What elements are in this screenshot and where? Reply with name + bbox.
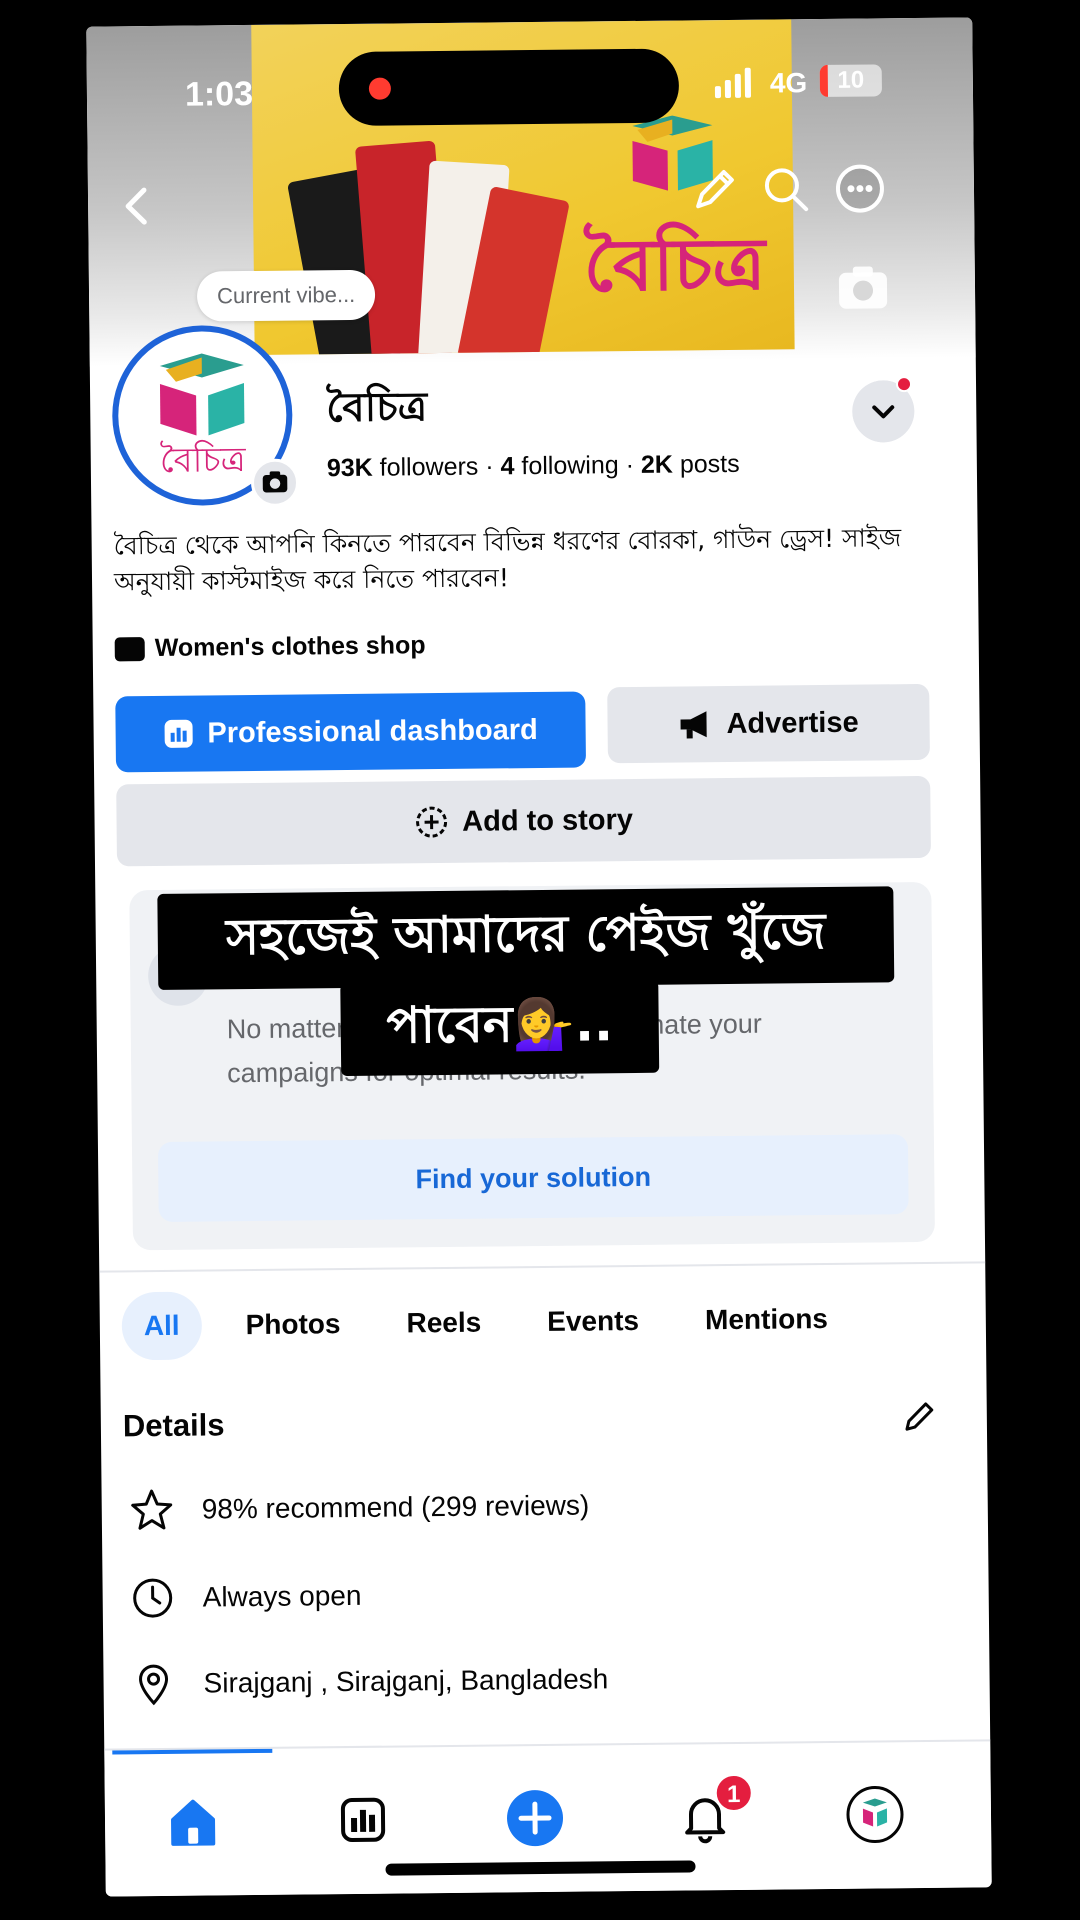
recording-indicator <box>368 77 392 100</box>
followers-count[interactable]: 93K <box>327 454 373 482</box>
profile-tabs: All Photos Reels Events Mentions <box>121 1285 850 1361</box>
pencil-icon[interactable] <box>899 1396 939 1436</box>
active-tab-indicator <box>112 1748 273 1755</box>
find-solution-button[interactable]: Find your solution <box>157 1134 909 1222</box>
star-icon <box>131 1489 173 1530</box>
add-to-story-button[interactable]: Add to story <box>116 775 931 867</box>
tab-all[interactable]: All <box>121 1291 202 1361</box>
cover-logo-text: বৈচিত্র <box>583 220 766 308</box>
clock-icon <box>133 1578 173 1618</box>
location-pin-icon <box>139 1664 169 1706</box>
separator: · <box>625 450 635 480</box>
pencil-icon[interactable] <box>686 162 743 219</box>
advertise-button[interactable]: Advertise <box>607 683 930 764</box>
phone-screen: বৈচিত্র 1:03 4G 10 Current vibe... বৈচিত… <box>86 17 992 1897</box>
tab-events[interactable]: Events <box>525 1287 662 1356</box>
profile-avatar-icon[interactable] <box>845 1784 906 1845</box>
dashboard-label: Professional dashboard <box>207 713 538 749</box>
details-heading: Details <box>122 1407 225 1444</box>
caption-overlay-line2: পাবেন💁‍♀️.. <box>340 980 660 1077</box>
tab-mentions[interactable]: Mentions <box>683 1285 851 1355</box>
megaphone-icon <box>680 711 707 739</box>
following-count[interactable]: 4 <box>500 452 514 480</box>
add-story-label: Add to story <box>462 803 634 838</box>
bottom-navigation: 1 <box>104 1739 992 1897</box>
followers-label[interactable]: followers <box>380 453 479 482</box>
page-logo-icon: বৈচিত্র <box>160 353 247 481</box>
more-options-icon[interactable] <box>832 160 889 217</box>
home-icon[interactable] <box>163 1791 224 1852</box>
current-vibe-bubble[interactable]: Current vibe... <box>196 269 376 322</box>
caption-overlay-line1: সহজেই আমাদের পেইজ খুঁজে <box>157 886 895 990</box>
cover-photo-area[interactable]: বৈচিত্র 1:03 4G 10 Current vibe... <box>86 17 976 367</box>
dynamic-island <box>338 48 680 127</box>
network-type: 4G <box>769 67 808 99</box>
dashboard-icon <box>164 719 193 748</box>
location-text: Sirajganj , Sirajganj, Bangladesh <box>203 1663 609 1699</box>
hours-row: Always open <box>128 1572 362 1622</box>
posts-count: 2K <box>640 450 674 479</box>
notification-dot <box>895 376 913 393</box>
location-row[interactable]: Sirajganj , Sirajganj, Bangladesh <box>129 1655 608 1708</box>
battery-indicator: 10 <box>819 64 883 98</box>
dashboard-icon[interactable] <box>333 1790 394 1851</box>
professional-dashboard-button[interactable]: Professional dashboard <box>115 691 587 773</box>
notification-badge: 1 <box>714 1773 753 1813</box>
page-bio: বৈচিত্র থেকে আপনি কিনতে পারবেন বিভিন্ন ধ… <box>113 523 902 597</box>
back-chevron-icon[interactable] <box>110 178 167 235</box>
battery-level: 10 <box>837 66 865 94</box>
search-icon[interactable] <box>758 161 815 218</box>
status-time: 1:03 <box>184 74 254 114</box>
separator: · <box>485 452 494 481</box>
signal-icon <box>714 67 752 99</box>
divider <box>99 1261 986 1273</box>
camera-icon[interactable] <box>250 458 300 507</box>
shop-icon <box>114 636 145 661</box>
category-label: Women's clothes shop <box>154 631 426 663</box>
page-title: বৈচিত্র <box>326 384 428 432</box>
create-plus-icon[interactable] <box>505 1788 566 1849</box>
tab-photos[interactable]: Photos <box>223 1290 363 1359</box>
add-circle-icon <box>415 806 447 838</box>
tab-reels[interactable]: Reels <box>384 1288 503 1357</box>
page-category: Women's clothes shop <box>114 631 426 663</box>
hours-text: Always open <box>202 1579 362 1613</box>
recommend-row[interactable]: 98% recommend (299 reviews) <box>128 1482 590 1535</box>
recommend-text: 98% recommend (299 reviews) <box>201 1489 590 1525</box>
profile-stats: 93K followers · 4 following · 2K posts <box>327 450 740 483</box>
camera-icon[interactable] <box>837 264 889 311</box>
svg-text:বৈচিত্র: বৈচিত্র <box>160 440 247 481</box>
advertise-label: Advertise <box>726 706 859 740</box>
home-indicator <box>385 1860 696 1876</box>
following-label[interactable]: following <box>521 451 619 480</box>
posts-label: posts <box>679 449 740 479</box>
